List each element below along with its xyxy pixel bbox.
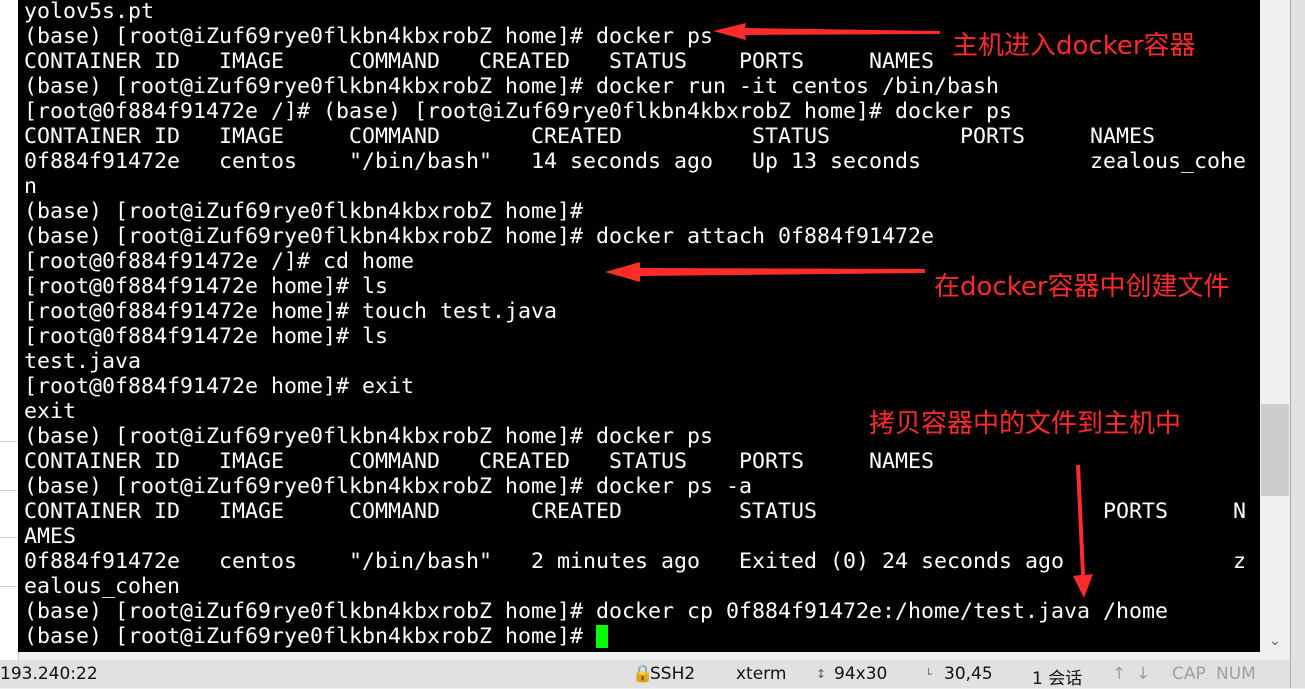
resize-icon: ↕ [816, 667, 827, 681]
cursor-position-icon: └ [925, 668, 932, 681]
annotation-arrows [605, 23, 1093, 598]
arrow-create-file [605, 262, 925, 282]
status-sessions: 1 会话 [1032, 669, 1083, 689]
status-size: 94x30 [834, 664, 888, 684]
annotation-create-file: 在docker容器中创建文件 [934, 272, 1230, 302]
status-cursor-pos: 30,45 [944, 664, 993, 684]
status-bar: 193.240:22 🔒 SSH2 xterm ↕ 94x30 └ 30,45 … [0, 660, 1290, 689]
window-edge [1290, 0, 1305, 688]
arrow-copy-file [1073, 465, 1093, 598]
arrow-up-icon: ↑ [1112, 664, 1127, 684]
scrollbar-thumb[interactable] [1261, 404, 1289, 496]
status-num: NUM [1216, 664, 1256, 684]
arrow-enter-container [713, 23, 940, 40]
annotation-copy-file: 拷贝容器中的文件到主机中 [869, 409, 1182, 439]
scroll-down-icon[interactable]: ⌄ [1260, 630, 1290, 652]
status-caps: CAP [1172, 664, 1206, 684]
status-host: 193.240:22 [0, 664, 98, 684]
arrow-down-icon: ↓ [1136, 664, 1151, 684]
vertical-scrollbar[interactable]: ⌄ [1260, 0, 1290, 660]
status-term-type: xterm [736, 664, 787, 684]
annotation-enter-container: 主机进入docker容器 [952, 31, 1196, 61]
status-protocol: SSH2 [650, 664, 696, 684]
